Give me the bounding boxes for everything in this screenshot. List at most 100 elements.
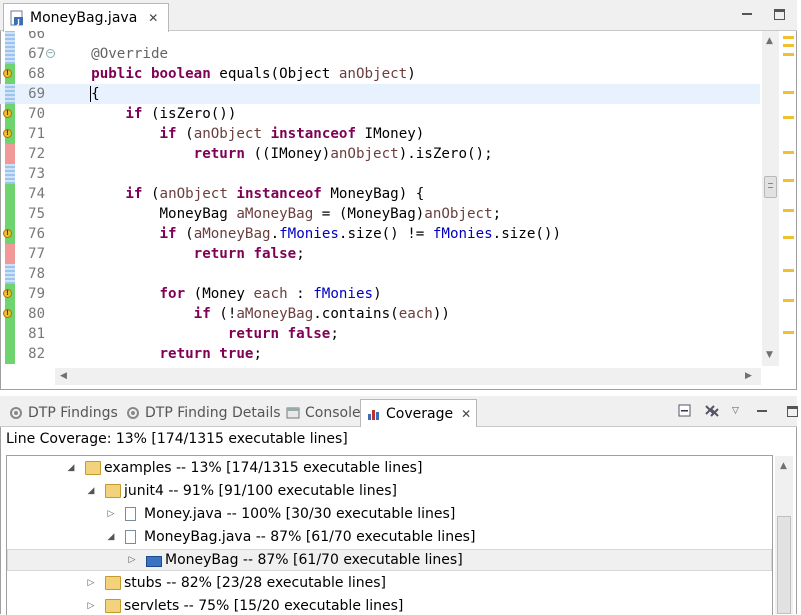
code-line[interactable]: ! 79 for (Money each : fMonies) — [0, 284, 760, 304]
coverage-tree[interactable]: ◢ examples -- 13% [174/1315 executable li… — [6, 455, 773, 615]
code-line[interactable]: 82 return true; — [0, 344, 760, 364]
overview-marker[interactable] — [783, 236, 794, 239]
folder-open-icon — [85, 461, 101, 475]
maximize-icon[interactable] — [774, 9, 785, 20]
code-line[interactable]: ! 68 public boolean equals(Object anObjec… — [0, 64, 760, 84]
warning-icon[interactable]: ! — [3, 129, 12, 138]
code-line[interactable]: ! 76 if (aMoneyBag.fMonies.size() != fMon… — [0, 224, 760, 244]
tree-node[interactable]: ▷ servlets -- 75% [15/20 executable lines… — [7, 595, 772, 615]
code-line[interactable]: ! 70 if (isZero()) — [0, 104, 760, 124]
java-file-icon — [125, 530, 136, 544]
code-line[interactable]: ! 71 if (anObject instanceof IMoney) — [0, 124, 760, 144]
overview-marker[interactable] — [783, 151, 794, 154]
expand-arrow-icon[interactable]: ▷ — [106, 503, 116, 525]
line-number: 66 — [28, 31, 45, 42]
coverage-marker — [5, 184, 15, 204]
overview-marker[interactable] — [783, 269, 794, 272]
scroll-down-icon[interactable]: ▼ — [766, 351, 773, 360]
scroll-up-icon[interactable]: ▲ — [780, 462, 787, 471]
tree-node[interactable]: ▷ Money.java -- 100% [30/30 executable li… — [7, 503, 772, 525]
code-area[interactable]: 66 67− @Override! 68 public boolean equals… — [0, 31, 760, 366]
tab-console[interactable]: Console — [280, 399, 366, 427]
code-text: if (aMoneyBag.fMonies.size() != fMonies.… — [159, 226, 562, 242]
collapse-arrow-icon[interactable]: ◢ — [86, 480, 96, 502]
maximize-icon[interactable] — [787, 406, 798, 417]
code-line[interactable]: 73 — [0, 164, 760, 184]
collapse-all-icon[interactable] — [678, 404, 692, 418]
overview-marker[interactable] — [783, 179, 794, 182]
code-line[interactable]: 81 return false; — [0, 324, 760, 344]
line-number: 67 — [28, 46, 45, 62]
tab-dtp-findings[interactable]: DTP Findings — [3, 399, 123, 427]
editor-tab-moneybag[interactable]: J MoneyBag.java ✕ — [3, 3, 170, 32]
overview-marker[interactable] — [783, 299, 794, 302]
tree-node[interactable]: ◢ MoneyBag.java -- 87% [61/70 executable … — [7, 526, 772, 548]
line-number: 70 — [28, 106, 45, 122]
coverage-marker — [5, 344, 15, 364]
coverage-marker — [5, 144, 15, 164]
tree-node[interactable]: ▷ stubs -- 82% [23/28 executable lines] — [7, 572, 772, 594]
code-text: MoneyBag aMoneyBag = (MoneyBag)anObject; — [57, 206, 502, 222]
code-line[interactable]: 72 return ((IMoney)anObject).isZero(); — [0, 144, 760, 164]
editor-scroll-thumb[interactable] — [764, 176, 777, 198]
collapse-arrow-icon[interactable]: ◢ — [66, 457, 76, 479]
code-line[interactable]: 77 return false; — [0, 244, 760, 264]
tree-node[interactable]: ◢ examples -- 13% [174/1315 executable li… — [7, 457, 772, 479]
tree-scroll-thumb[interactable] — [777, 516, 791, 614]
warning-icon[interactable]: ! — [3, 229, 12, 238]
overview-marker[interactable] — [783, 331, 794, 334]
close-icon[interactable]: ✕ — [148, 11, 158, 25]
warning-icon[interactable]: ! — [3, 309, 12, 318]
scroll-right-icon[interactable]: ▶ — [745, 372, 752, 381]
collapse-arrow-icon[interactable]: ◢ — [106, 526, 116, 548]
code-line[interactable]: 78 — [0, 264, 760, 284]
expand-arrow-icon[interactable]: ▷ — [86, 572, 96, 594]
overview-marker[interactable] — [783, 116, 794, 119]
overview-marker[interactable] — [783, 44, 794, 47]
code-text: if (isZero()) — [125, 106, 237, 122]
line-number: 77 — [28, 246, 45, 262]
tree-node-label: stubs -- 82% [23/28 executable lines] — [124, 575, 387, 591]
view-menu-icon[interactable]: ▽ — [732, 406, 739, 416]
minimize-icon[interactable] — [742, 9, 752, 15]
expand-arrow-icon[interactable]: ▷ — [86, 595, 96, 615]
expand-arrow-icon[interactable]: ▷ — [127, 550, 137, 570]
overview-ruler — [781, 31, 796, 366]
remove-all-icon[interactable] — [704, 404, 720, 418]
tree-node-label: servlets -- 75% [15/20 executable lines] — [124, 598, 404, 614]
warning-icon[interactable]: ! — [3, 69, 12, 78]
line-number: 81 — [28, 326, 45, 342]
tree-node[interactable]: ◢ junit4 -- 91% [91/100 executable lines] — [7, 480, 772, 502]
code-line[interactable]: 67− @Override — [0, 44, 760, 64]
tab-label: DTP Findings — [28, 405, 118, 421]
editor-vertical-scrollbar[interactable]: ▲ ▼ — [762, 31, 779, 366]
editor-horizontal-scrollbar[interactable]: ◀ ▶ — [55, 368, 761, 385]
warning-icon[interactable]: ! — [3, 109, 12, 118]
code-line[interactable]: ! 80 if (!aMoneyBag.contains(each)) — [0, 304, 760, 324]
overview-marker[interactable] — [783, 209, 794, 212]
tree-node[interactable]: ▷ MoneyBag -- 87% [61/70 executable lines… — [7, 549, 772, 571]
tab-coverage[interactable]: Coverage ✕ — [360, 399, 478, 427]
code-line[interactable]: 66 — [0, 31, 760, 44]
overview-marker[interactable] — [783, 53, 794, 56]
warning-icon[interactable]: ! — [3, 289, 12, 298]
minimize-icon[interactable] — [757, 406, 767, 412]
fold-toggle-icon[interactable]: − — [46, 49, 55, 58]
line-number: 69 — [28, 86, 45, 102]
code-line[interactable]: 75 MoneyBag aMoneyBag = (MoneyBag)anObje… — [0, 204, 760, 224]
tab-label: Console — [305, 405, 361, 421]
scroll-left-icon[interactable]: ◀ — [60, 372, 67, 381]
overview-marker[interactable] — [783, 36, 794, 39]
coverage-marker — [5, 204, 15, 224]
overview-marker[interactable] — [783, 91, 794, 94]
editor-tab-bar: J MoneyBag.java ✕ — [0, 0, 797, 32]
code-text: return false; — [227, 326, 339, 342]
coverage-marker — [5, 244, 15, 264]
code-line[interactable]: 74 if (anObject instanceof MoneyBag) { — [0, 184, 760, 204]
tab-dtp-finding-details[interactable]: DTP Finding Details — [120, 399, 286, 427]
java-file-icon — [125, 507, 136, 521]
code-text: { — [90, 86, 100, 102]
scroll-up-icon[interactable]: ▲ — [766, 37, 773, 46]
code-line[interactable]: 69 { — [0, 84, 760, 104]
close-icon[interactable]: ✕ — [461, 407, 471, 421]
